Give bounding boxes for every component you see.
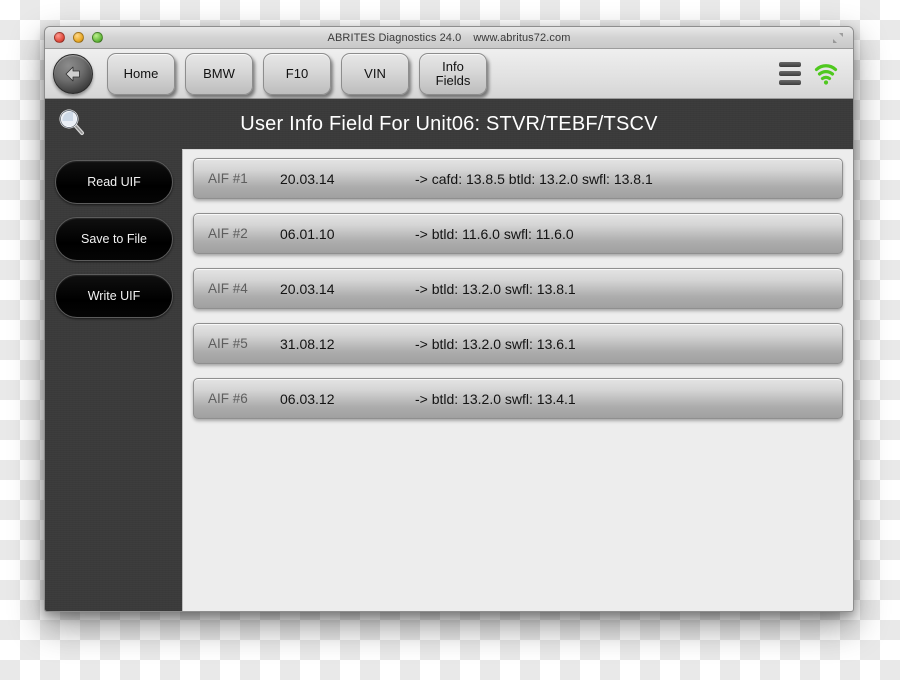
- row-info: -> btld: 13.2.0 swfl: 13.4.1: [415, 390, 576, 407]
- tab-vin[interactable]: VIN: [341, 52, 409, 95]
- table-row[interactable]: AIF #6 06.03.12 -> btld: 13.2.0 swfl: 13…: [193, 378, 843, 419]
- fullscreen-icon[interactable]: [831, 31, 845, 45]
- row-date: 20.03.14: [280, 170, 335, 187]
- toolbar-tabs: Home BMW F10 VIN Info Fields: [107, 52, 487, 95]
- table-row[interactable]: AIF #5 31.08.12 -> btld: 13.2.0 swfl: 13…: [193, 323, 843, 364]
- row-id: AIF #1: [208, 171, 248, 186]
- window-title-app: ABRITES Diagnostics 24.0: [327, 31, 462, 44]
- tab-info-fields[interactable]: Info Fields: [419, 52, 487, 95]
- table-row[interactable]: AIF #4 20.03.14 -> btld: 13.2.0 swfl: 13…: [193, 268, 843, 309]
- row-info: -> btld: 13.2.0 swfl: 13.8.1: [415, 280, 576, 297]
- minimize-window-button[interactable]: [73, 32, 84, 43]
- page-title: User Info Field For Unit06: STVR/TEBF/TS…: [240, 112, 658, 135]
- window-traffic-lights: [54, 32, 103, 43]
- tab-bmw[interactable]: BMW: [185, 52, 253, 95]
- back-button[interactable]: [53, 53, 93, 94]
- close-window-button[interactable]: [54, 32, 65, 43]
- row-id: AIF #5: [208, 336, 248, 351]
- table-row[interactable]: AIF #2 06.01.10 -> btld: 11.6.0 swfl: 11…: [193, 213, 843, 254]
- row-info: -> btld: 11.6.0 swfl: 11.6.0: [415, 225, 574, 242]
- application-window: ABRITES Diagnostics 24.0 www.abritus72.co…: [44, 26, 854, 612]
- main-toolbar: Home BMW F10 VIN Info Fields: [45, 49, 853, 99]
- window-body: Read UIF Save to File Write UIF AIF #1 2…: [45, 149, 853, 611]
- row-id: AIF #2: [208, 226, 248, 241]
- content-panel: AIF #1 20.03.14 -> cafd: 13.8.5 btld: 13…: [182, 149, 853, 611]
- left-sidebar: Read UIF Save to File Write UIF: [45, 149, 182, 611]
- toolbar-right-icons: [779, 62, 843, 86]
- row-id: AIF #6: [208, 391, 248, 406]
- row-date: 20.03.14: [280, 280, 335, 297]
- window-titlebar: ABRITES Diagnostics 24.0 www.abritus72.co…: [45, 27, 853, 49]
- read-uif-button[interactable]: Read UIF: [55, 160, 173, 204]
- tab-f10[interactable]: F10: [263, 52, 331, 95]
- zoom-window-button[interactable]: [92, 32, 103, 43]
- row-date: 06.03.12: [280, 390, 335, 407]
- save-to-file-button[interactable]: Save to File: [55, 217, 173, 261]
- row-id: AIF #4: [208, 281, 248, 296]
- window-title-site: www.abritus72.com: [473, 31, 571, 44]
- row-info: -> btld: 13.2.0 swfl: 13.6.1: [415, 335, 576, 352]
- hamburger-menu-icon[interactable]: [779, 62, 801, 85]
- magnifier-icon[interactable]: [57, 107, 87, 142]
- row-info: -> cafd: 13.8.5 btld: 13.2.0 swfl: 13.8.…: [415, 170, 653, 187]
- write-uif-button[interactable]: Write UIF: [55, 274, 173, 318]
- back-arrow-icon: [65, 66, 80, 81]
- wifi-signal-icon[interactable]: [813, 62, 839, 86]
- page-header: User Info Field For Unit06: STVR/TEBF/TS…: [45, 99, 853, 149]
- row-date: 06.01.10: [280, 225, 335, 242]
- window-title: ABRITES Diagnostics 24.0 www.abritus72.co…: [45, 32, 853, 44]
- row-date: 31.08.12: [280, 335, 335, 352]
- table-row[interactable]: AIF #1 20.03.14 -> cafd: 13.8.5 btld: 13…: [193, 158, 843, 199]
- tab-home[interactable]: Home: [107, 52, 175, 95]
